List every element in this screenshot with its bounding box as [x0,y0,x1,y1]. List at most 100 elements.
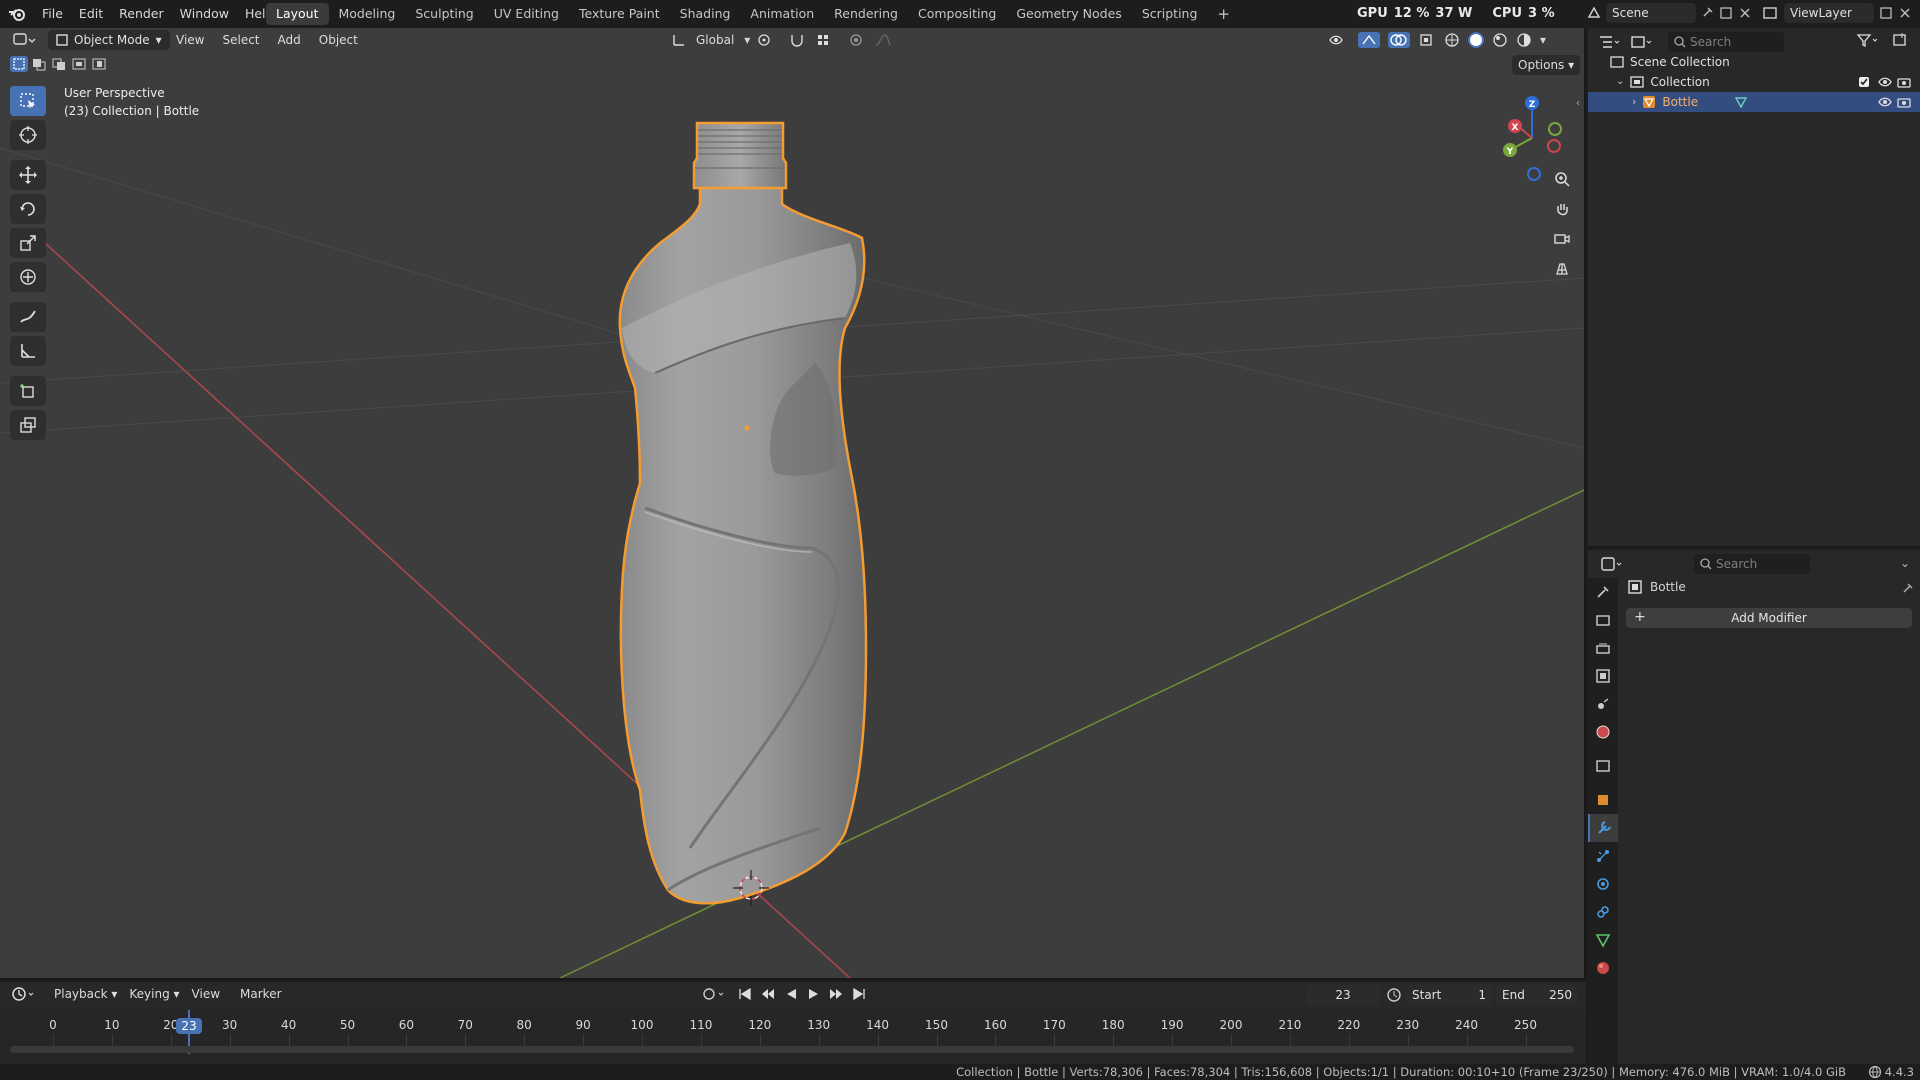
camera-icon[interactable] [1897,76,1911,88]
annotate-tool[interactable] [10,302,46,332]
visibility-selectability-icon[interactable] [1328,32,1350,48]
zoom-icon[interactable] [1549,166,1575,192]
material-tab-icon[interactable] [1588,954,1618,982]
tab-layout[interactable]: Layout [266,3,329,25]
falloff-icon[interactable] [874,32,896,48]
playhead-frame-badge[interactable]: 23 [176,1018,202,1034]
overlays-toggle-icon[interactable] [1388,32,1410,48]
options-dropdown[interactable]: Options ▾ [1512,55,1581,75]
menu-add[interactable]: Add [272,30,307,50]
tab-modeling[interactable]: Modeling [329,3,406,25]
select-invert-icon[interactable] [70,56,88,72]
snap-icon[interactable] [788,32,806,48]
rotate-tool[interactable] [10,194,46,224]
tab-uv-editing[interactable]: UV Editing [484,3,569,25]
delete-view-layer-icon[interactable] [1898,6,1912,20]
menu-window[interactable]: Window [172,0,237,28]
select-subtract-icon[interactable] [50,56,68,72]
add-workspace-button[interactable]: + [1207,3,1240,25]
bottle-object[interactable] [618,121,868,905]
xray-toggle-icon[interactable] [1418,32,1436,48]
tab-shading[interactable]: Shading [670,3,741,25]
modifier-tab-icon[interactable] [1588,814,1618,842]
cursor-tool[interactable] [10,120,46,150]
scene-selector[interactable]: Scene [1586,3,1752,23]
extrude-tool[interactable] [10,410,46,440]
scale-tool[interactable] [10,228,46,258]
mesh-data-icon[interactable] [1734,95,1748,109]
tab-rendering[interactable]: Rendering [824,3,908,25]
new-scene-icon[interactable] [1718,5,1734,21]
bottle-row[interactable]: › Bottle [1588,92,1920,112]
3d-viewport[interactable]: Object Mode ▾ View Select Add Object Glo… [0,28,1586,980]
timeline-scrollbar[interactable] [10,1046,1574,1053]
constraints-tab-icon[interactable] [1588,898,1618,926]
eye-icon[interactable] [1878,96,1892,108]
camera-view-icon[interactable] [1549,226,1575,252]
pin-icon[interactable] [1900,582,1914,596]
chevron-down-icon[interactable]: ⌄ [1900,556,1910,570]
chevron-right-icon[interactable]: › [1632,92,1636,112]
exclude-checkbox[interactable] [1858,76,1870,88]
gizmo-toggle-icon[interactable] [1358,32,1380,48]
camera-icon[interactable] [1897,96,1911,108]
menu-render[interactable]: Render [111,0,172,28]
transform-tool[interactable] [10,262,46,292]
select-intersect-icon[interactable] [90,56,108,72]
network-globe-icon[interactable] [1868,1065,1882,1079]
sidebar-toggle-chevron-icon[interactable]: ‹ [1576,98,1580,109]
solid-shading-icon[interactable] [1468,32,1484,48]
pan-hand-icon[interactable] [1549,196,1575,222]
chevron-down-icon[interactable]: ⌄ [1616,72,1624,92]
select-extend-icon[interactable] [30,56,48,72]
display-mode-icon[interactable] [1630,34,1654,50]
shading-options-icon[interactable]: ▾ [1540,33,1546,47]
mode-dropdown[interactable]: Object Mode ▾ [48,30,170,50]
perspective-grid-icon[interactable] [1549,256,1575,282]
rendered-shading-icon[interactable] [1516,32,1532,48]
view-layer-selector[interactable]: ViewLayer [1762,3,1912,23]
measure-tool[interactable] [10,336,46,366]
tab-compositing[interactable]: Compositing [908,3,1006,25]
menu-edit[interactable]: Edit [71,0,111,28]
transform-orientation-dropdown[interactable]: Global ▾ [672,30,750,50]
pin-icon[interactable] [1700,6,1714,20]
menu-file[interactable]: File [34,0,71,28]
menu-object[interactable]: Object [313,30,364,50]
outliner-editor-type-icon[interactable] [1598,34,1622,50]
physics-tab-icon[interactable] [1588,870,1618,898]
select-box-tool[interactable] [10,86,46,116]
scene-name-field[interactable]: Scene [1606,3,1696,23]
material-shading-icon[interactable] [1492,32,1508,48]
tab-animation[interactable]: Animation [740,3,824,25]
snap-target-icon[interactable] [816,32,838,48]
collection-tab-icon[interactable] [1588,752,1618,780]
viewport-scene[interactable] [0,28,1584,978]
data-tab-icon[interactable] [1588,926,1618,954]
outliner-search[interactable]: Search [1668,32,1784,52]
tab-texture-paint[interactable]: Texture Paint [569,3,670,25]
move-tool[interactable] [10,160,46,190]
scene-tab-icon[interactable] [1588,690,1618,718]
output-tab-icon[interactable] [1588,634,1618,662]
collection-row[interactable]: ⌄ Collection [1588,72,1920,92]
pivot-point-icon[interactable] [756,32,778,48]
particles-tab-icon[interactable] [1588,842,1618,870]
tab-scripting[interactable]: Scripting [1132,3,1208,25]
scene-collection-row[interactable]: Scene Collection [1588,52,1920,72]
add-cube-tool[interactable] [10,376,46,406]
world-tab-icon[interactable] [1588,718,1618,746]
view-layer-tab-icon[interactable] [1588,662,1618,690]
tab-sculpting[interactable]: Sculpting [405,3,483,25]
eye-icon[interactable] [1878,76,1892,88]
menu-view[interactable]: View [170,30,210,50]
proportional-editing-icon[interactable] [848,32,864,48]
delete-scene-icon[interactable] [1738,6,1752,20]
menu-select[interactable]: Select [216,30,265,50]
properties-editor-type-icon[interactable] [1600,556,1626,572]
filter-icon[interactable] [1856,32,1882,48]
add-modifier-button[interactable]: + Add Modifier [1626,608,1912,628]
tool-tab-icon[interactable] [1588,578,1618,606]
select-new-icon[interactable] [10,56,28,72]
properties-search[interactable]: Search [1694,554,1810,574]
